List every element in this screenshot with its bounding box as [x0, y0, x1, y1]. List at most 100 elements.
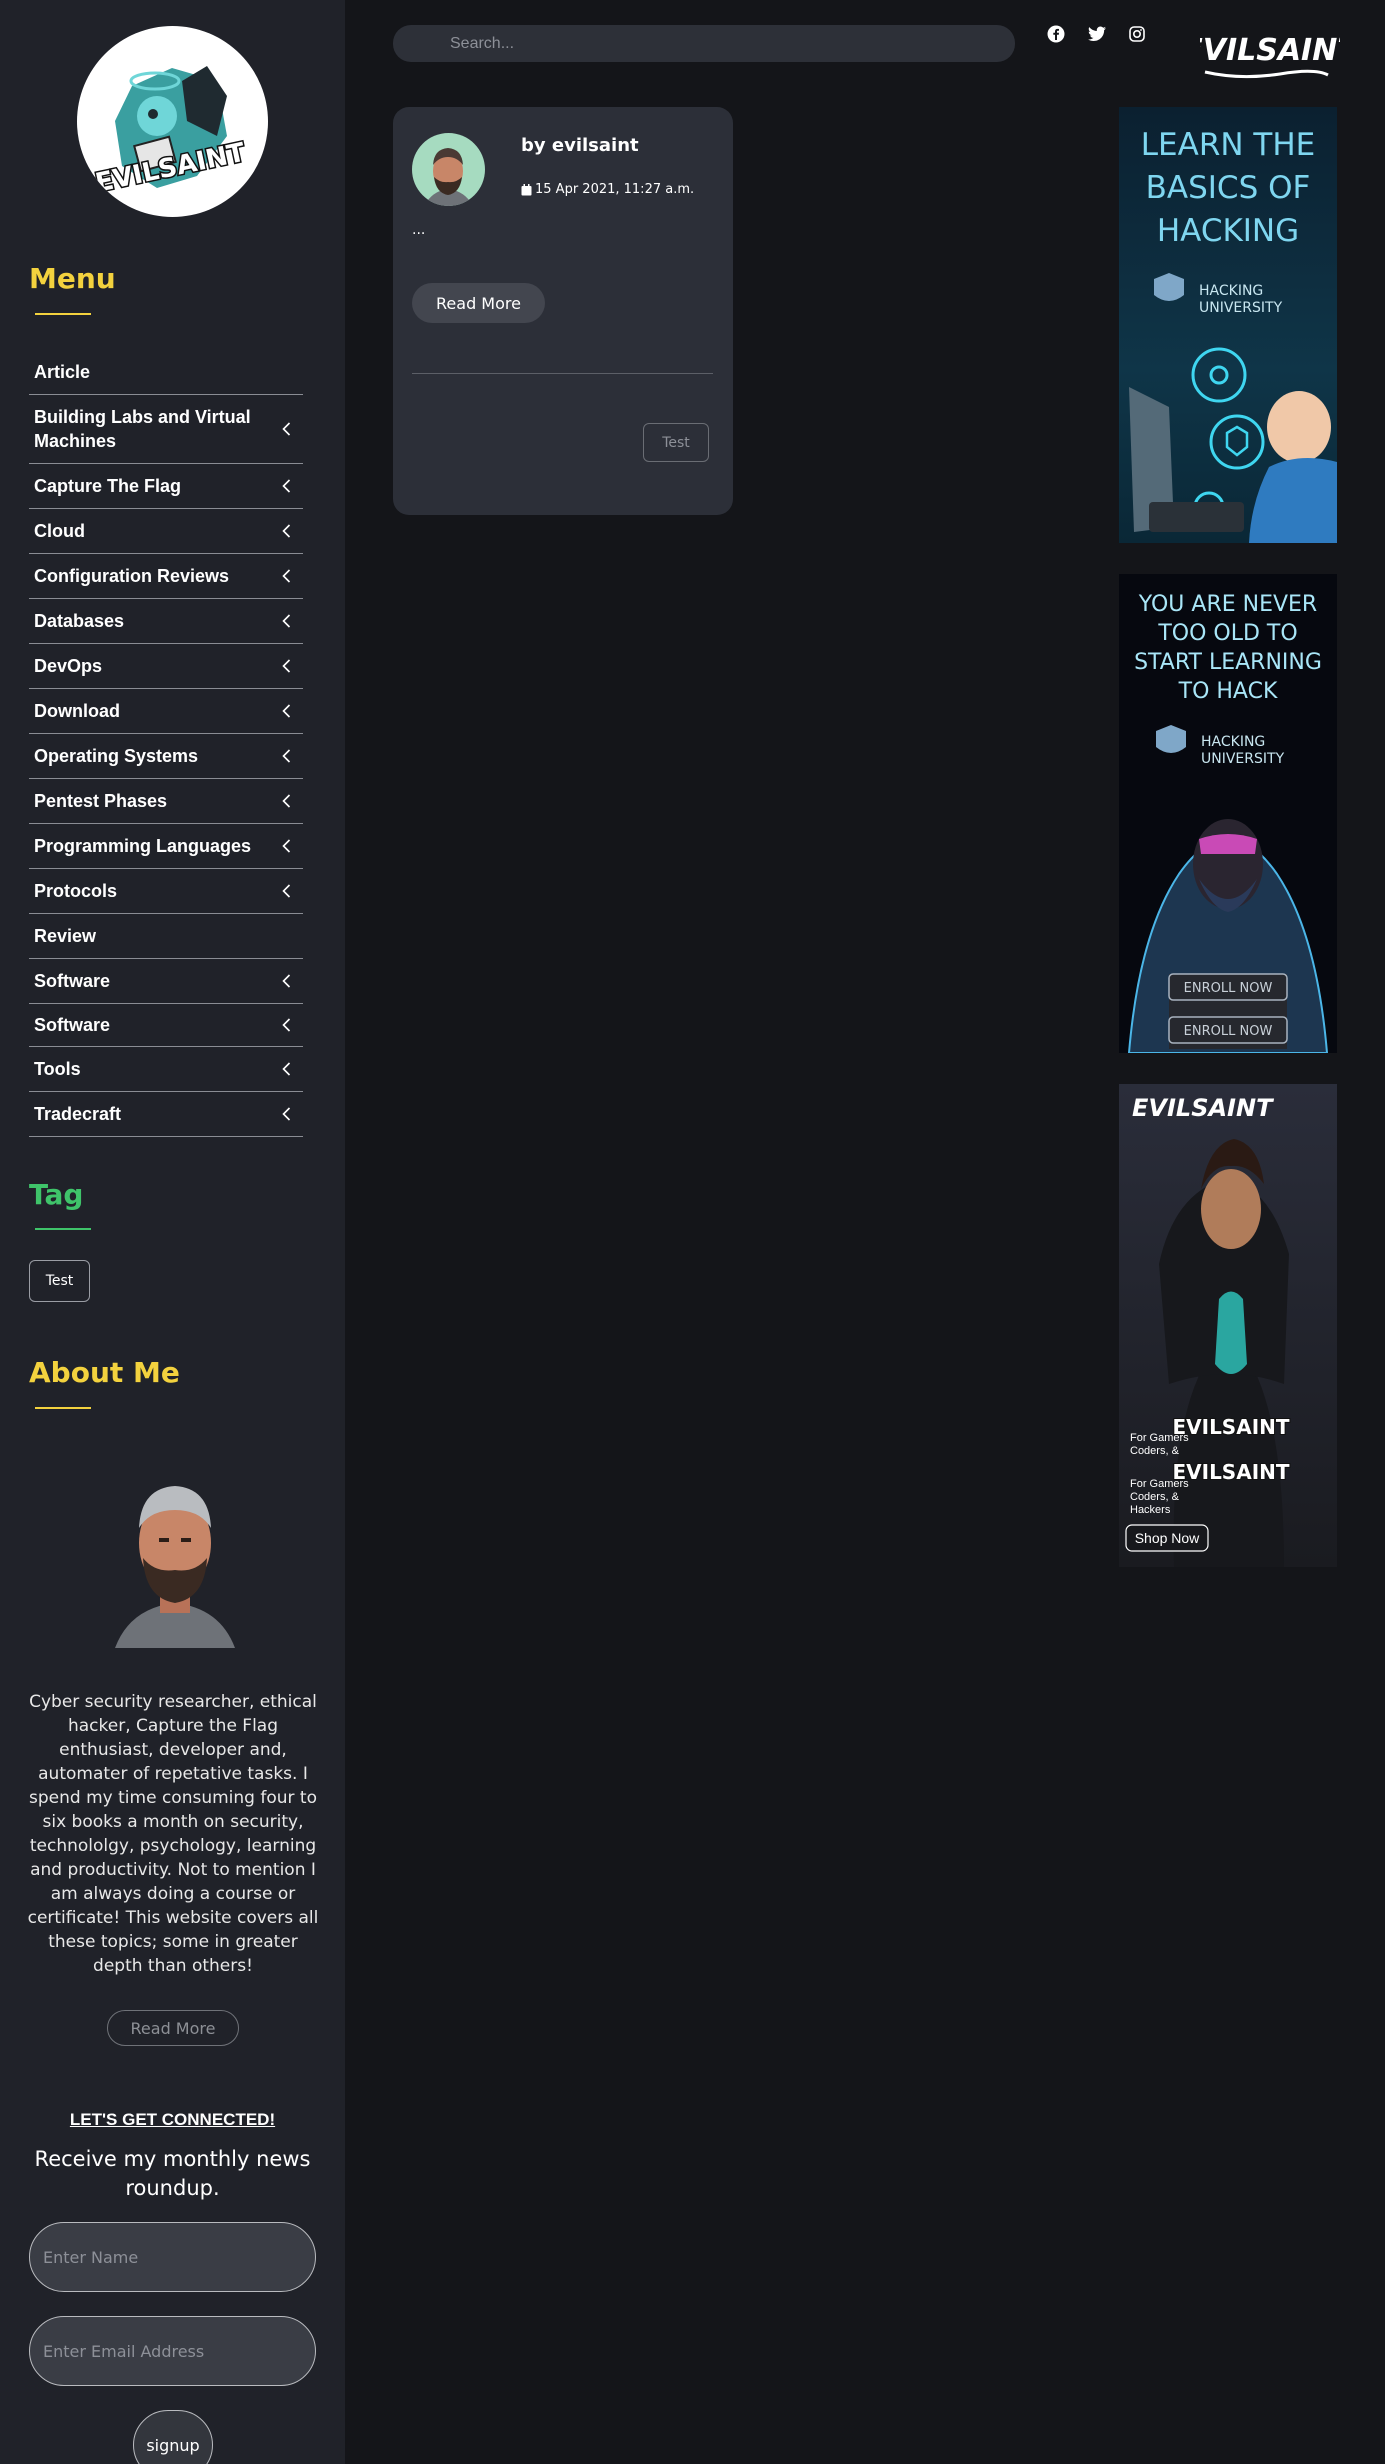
newsletter-name-input[interactable] [29, 2222, 316, 2292]
newsletter-subtitle: Receive my monthly news roundup. [34, 2147, 311, 2200]
menu-item-label: Building Labs and Virtual Machines [34, 407, 251, 451]
ad2-enroll-button-2: ENROLL NOW [1184, 1024, 1273, 1039]
menu-item-label: Tradecraft [34, 1104, 122, 1124]
ad-evilsaint-merch[interactable]: EVILSAINT EVILSAINT EVILSAINT For Gamers… [1119, 1084, 1337, 1567]
post-tag-button[interactable]: Test [643, 423, 709, 462]
menu-item-label: Protocols [34, 881, 118, 901]
post-excerpt: ... [412, 222, 426, 238]
ad1-line2: BASICS OF [1146, 170, 1311, 206]
menu-item[interactable]: Programming Languages [29, 824, 303, 869]
menu-item[interactable]: Cloud [29, 509, 303, 554]
ad1-shield-icon [1154, 273, 1184, 301]
ad3-tagline-1a: For Gamers [1130, 1432, 1189, 1444]
ad2-brand-line1: HACKING [1201, 734, 1265, 750]
about-read-more-button[interactable]: Read More [107, 2010, 239, 2046]
menu-item-label: Article [34, 362, 91, 382]
brand-logo-text: EVILSAINT [1200, 33, 1340, 68]
menu-item[interactable]: Review [29, 914, 303, 959]
signup-button[interactable]: signup [133, 2410, 213, 2464]
menu-item[interactable]: Tools [29, 1047, 303, 1092]
menu-item-label: Databases [34, 611, 125, 631]
menu-item[interactable]: Capture The Flag [29, 464, 303, 509]
post-read-more-button[interactable]: Read More [412, 283, 545, 323]
chevron-left-icon[interactable] [274, 614, 298, 628]
post-date-text: 15 Apr 2021, 11:27 a.m. [535, 182, 695, 197]
chevron-left-icon[interactable] [274, 884, 298, 898]
ad1-brand-line1: HACKING [1199, 283, 1263, 299]
search-input[interactable] [393, 25, 1015, 62]
post-author[interactable]: by evilsaint [521, 135, 639, 156]
menu-item-label: Pentest Phases [34, 791, 168, 811]
ad3-tagline-2c: Hackers [1130, 1504, 1171, 1516]
facebook-icon[interactable] [1046, 24, 1066, 44]
chevron-left-icon[interactable] [274, 704, 298, 718]
chevron-left-icon[interactable] [274, 794, 298, 808]
ad2-line4: TO HACK [1178, 679, 1278, 704]
menu-item[interactable]: DevOps [29, 644, 303, 689]
menu-item[interactable]: Configuration Reviews [29, 554, 303, 599]
calendar-icon [521, 183, 532, 195]
post-card: by evilsaint 15 Apr 2021, 11:27 a.m. ...… [393, 107, 733, 515]
menu-item-label: Tools [34, 1059, 81, 1079]
site-logo[interactable]: EVILSAINT [77, 26, 268, 217]
menu-item[interactable]: Protocols [29, 869, 303, 914]
menu-item-label: Cloud [34, 521, 85, 541]
sidebar: EVILSAINT Menu Article Building Labs and … [0, 0, 345, 2464]
ad2-line3: START LEARNING [1134, 650, 1322, 675]
newsletter-heading[interactable]: LET'S GET CONNECTED! [0, 2110, 345, 2130]
about-avatar [105, 1458, 245, 1653]
ad3-shirt-text-2: EVILSAINT [1172, 1460, 1289, 1484]
chevron-left-icon[interactable] [274, 569, 298, 583]
ad2-brand-line2: UNIVERSITY [1201, 751, 1285, 767]
about-title-underline [35, 1407, 91, 1409]
chevron-left-icon[interactable] [274, 1107, 298, 1121]
menu-item-label: Operating Systems [34, 746, 199, 766]
brand-logo[interactable]: EVILSAINT [1182, 20, 1360, 84]
chevron-left-icon[interactable] [274, 749, 298, 763]
chevron-left-icon[interactable] [274, 479, 298, 493]
menu-item[interactable]: Software [29, 1004, 303, 1047]
menu-item-label: Software [34, 1015, 111, 1035]
about-text: Cyber security researcher, ethical hacke… [27, 1692, 319, 1976]
ad3-tagline-2a: For Gamers [1130, 1478, 1189, 1490]
menu-item[interactable]: Building Labs and Virtual Machines [29, 395, 303, 464]
ad3-brand: EVILSAINT [1132, 1094, 1274, 1122]
menu-title-underline [35, 313, 91, 315]
ad3-tagline-2b: Coders, & [1130, 1491, 1180, 1503]
chevron-left-icon[interactable] [274, 659, 298, 673]
menu-item-label: Programming Languages [34, 836, 252, 856]
menu-item-label: Configuration Reviews [34, 566, 230, 586]
menu-item[interactable]: Databases [29, 599, 303, 644]
chevron-left-icon[interactable] [274, 524, 298, 538]
ad1-line1: LEARN THE [1141, 127, 1315, 163]
category-menu: Article Building Labs and Virtual Machine… [29, 350, 303, 1137]
tag-test-button[interactable]: Test [29, 1260, 90, 1302]
chevron-left-icon[interactable] [274, 1062, 298, 1076]
ad2-line2: TOO OLD TO [1157, 621, 1297, 646]
menu-item[interactable]: Download [29, 689, 303, 734]
menu-item[interactable]: Pentest Phases [29, 779, 303, 824]
instagram-icon[interactable] [1127, 24, 1147, 44]
twitter-icon[interactable] [1087, 24, 1107, 44]
ad3-shirt-text-1: EVILSAINT [1172, 1415, 1289, 1439]
menu-item-label: Review [34, 926, 97, 946]
post-divider [412, 373, 713, 374]
newsletter-email-input[interactable] [29, 2316, 316, 2386]
menu-item-label: DevOps [34, 656, 103, 676]
menu-item-label: Download [34, 701, 120, 721]
chevron-left-icon[interactable] [274, 974, 298, 988]
menu-item[interactable]: Article [29, 350, 303, 395]
chevron-left-icon[interactable] [274, 422, 298, 436]
ad-never-too-old[interactable]: YOU ARE NEVER TOO OLD TO START LEARNING … [1119, 574, 1337, 1053]
menu-item-label: Software [34, 971, 111, 991]
chevron-left-icon[interactable] [274, 1018, 298, 1032]
menu-item[interactable]: Software [29, 959, 303, 1004]
menu-item[interactable]: Operating Systems [29, 734, 303, 779]
chevron-left-icon[interactable] [274, 839, 298, 853]
post-date: 15 Apr 2021, 11:27 a.m. [521, 182, 694, 197]
tag-title: Tag [29, 1178, 84, 1211]
author-avatar [412, 133, 485, 206]
menu-item[interactable]: Tradecraft [29, 1092, 303, 1137]
ad-hacking-basics[interactable]: LEARN THE BASICS OF HACKING HACKING UNIV… [1119, 107, 1337, 543]
ad2-enroll-button-1: ENROLL NOW [1184, 981, 1273, 996]
